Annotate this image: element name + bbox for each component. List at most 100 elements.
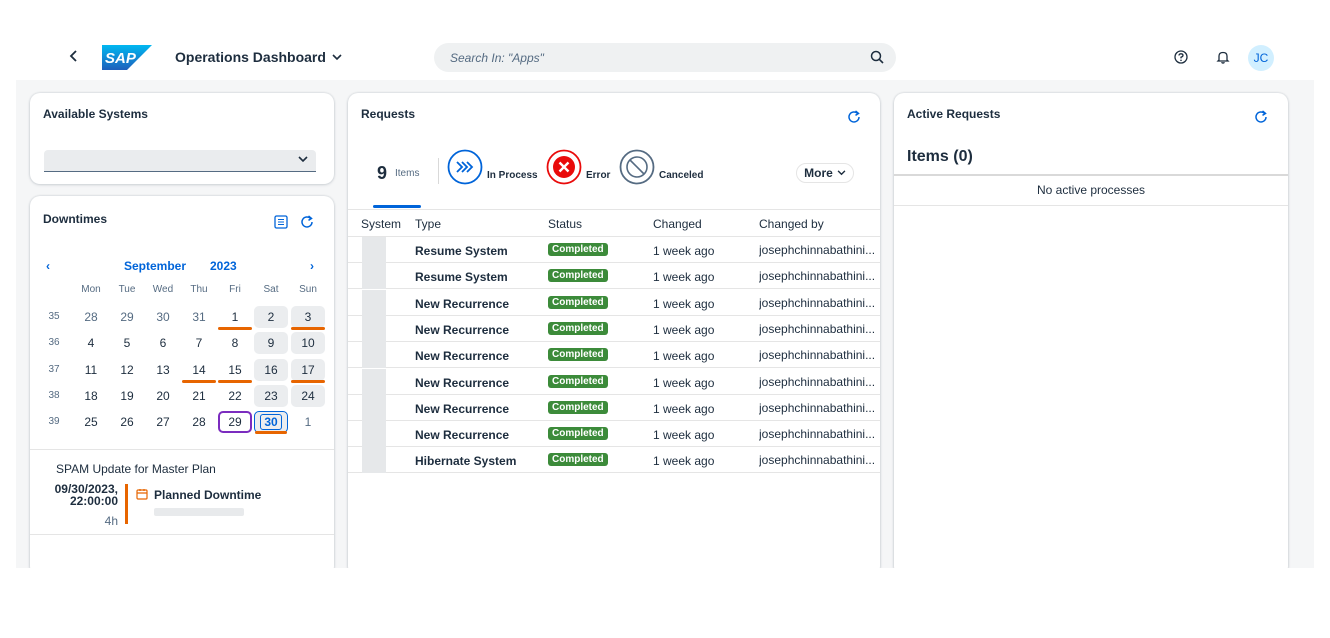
changed-by-cell: josephchinnabathini...	[759, 453, 876, 468]
downtimes-title: Downtimes	[43, 212, 108, 226]
refresh-icon[interactable]	[846, 109, 862, 125]
back-button[interactable]	[66, 48, 82, 64]
type-cell: New Recurrence	[415, 401, 510, 416]
refresh-icon[interactable]	[1253, 109, 1269, 125]
table-row[interactable]: New Recurrence Completed 1 week ago josephc…	[348, 289, 880, 316]
type-cell: Resume System	[415, 244, 508, 258]
search-input[interactable]: Search In: "Apps"	[434, 43, 896, 72]
calendar-day[interactable]: 1	[291, 411, 325, 433]
type-cell: New Recurrence	[415, 322, 510, 337]
calendar-day[interactable]: 17	[291, 358, 325, 383]
calendar-day[interactable]: 12	[110, 359, 144, 381]
calendar-list-icon[interactable]	[273, 214, 289, 230]
calendar-day[interactable]: 9	[254, 332, 288, 355]
calendar-day[interactable]: 28	[74, 306, 108, 328]
year-button[interactable]: 2023	[210, 259, 237, 273]
calendar-day[interactable]: 16	[254, 358, 288, 381]
column-header[interactable]: Type	[415, 217, 441, 231]
column-header[interactable]: Changed by	[759, 217, 824, 231]
app-title-menu[interactable]: Operations Dashboard	[175, 49, 342, 65]
filter-canceled-label: Canceled	[659, 170, 704, 181]
calendar-day[interactable]: 23	[254, 384, 288, 407]
calendar-day[interactable]: 29	[218, 411, 252, 434]
status-badge: Completed	[548, 374, 608, 388]
filter-error-label: Error	[586, 170, 611, 181]
divider	[438, 158, 439, 184]
system-cell-redacted	[362, 394, 386, 421]
calendar-day[interactable]: 22	[218, 385, 252, 407]
calendar-day[interactable]: 30	[146, 306, 180, 328]
calendar-day[interactable]: 27	[146, 411, 180, 433]
refresh-icon[interactable]	[299, 214, 315, 230]
table-row[interactable]: New Recurrence Completed 1 week ago josephc…	[348, 368, 880, 395]
calendar-day[interactable]: 13	[146, 359, 180, 381]
calendar-day[interactable]: 18	[74, 385, 108, 407]
active-items-heading: Items (0)	[907, 148, 973, 165]
table-row[interactable]: New Recurrence Completed 1 week ago josephc…	[348, 421, 880, 448]
calendar-day[interactable]: 6	[146, 332, 180, 354]
search-placeholder: Search In: "Apps"	[450, 51, 544, 65]
changed-by-cell: josephchinnabathini...	[759, 295, 876, 310]
calendar-day[interactable]: 15	[218, 359, 252, 383]
column-header[interactable]: Changed	[653, 217, 702, 231]
calendar-day[interactable]: 10	[291, 332, 325, 355]
fast-forward-icon	[447, 149, 483, 185]
calendar-day[interactable]: 24	[291, 384, 325, 407]
calendar-day[interactable]: 7	[182, 332, 216, 354]
filter-canceled[interactable]: Canceled	[619, 149, 703, 185]
calendar-day[interactable]: 8	[218, 332, 252, 354]
status-badge: Completed	[548, 269, 608, 283]
column-header[interactable]: Status	[548, 217, 582, 231]
status-badge: Completed	[548, 427, 608, 441]
filter-error[interactable]: Error	[546, 149, 610, 185]
calendar-day[interactable]: 1	[218, 306, 252, 330]
event-duration: 4h	[104, 514, 118, 528]
calendar-day[interactable]: 19	[110, 385, 144, 407]
calendar-day[interactable]: 26	[110, 411, 144, 433]
calendar-day[interactable]: 5	[110, 332, 144, 354]
calendar-day[interactable]: 29	[110, 306, 144, 328]
table-row[interactable]: New Recurrence Completed 1 week ago josephc…	[348, 315, 880, 342]
event-bar	[125, 484, 128, 524]
column-header[interactable]: System	[361, 217, 401, 231]
system-select[interactable]	[44, 150, 316, 172]
avatar[interactable]: JC	[1248, 45, 1274, 71]
calendar-day[interactable]: 14	[182, 359, 216, 383]
table-row[interactable]: Hibernate System Completed 1 week ago josep…	[348, 447, 880, 474]
bell-icon	[1216, 51, 1230, 64]
calendar-day[interactable]: 20	[146, 385, 180, 407]
calendar-day[interactable]: 2	[254, 306, 288, 328]
prev-month-button[interactable]: ‹	[46, 259, 50, 273]
filter-in-process-label: In Process	[487, 170, 538, 181]
weekday-header: Mon	[81, 284, 101, 295]
calendar-day[interactable]: 31	[182, 306, 216, 328]
calendar-day[interactable]: 11	[74, 359, 108, 381]
calendar-day[interactable]: 3	[291, 306, 325, 330]
calendar-day[interactable]: 21	[182, 385, 216, 407]
weekday-header: Thu	[190, 284, 208, 295]
calendar-day[interactable]: 30	[254, 411, 288, 435]
more-button[interactable]: More	[796, 163, 854, 183]
table-row[interactable]: Resume System Completed 1 week ago josephch…	[348, 263, 880, 290]
notifications-button[interactable]	[1215, 49, 1231, 65]
calendar-day[interactable]: 28	[182, 411, 216, 433]
logo-text: SAP	[105, 50, 137, 67]
month-button[interactable]: September	[124, 259, 186, 273]
event-type: Planned Downtime	[154, 488, 262, 502]
table-row[interactable]: New Recurrence Completed 1 week ago josephc…	[348, 342, 880, 369]
selected-day-label: 30	[260, 414, 282, 431]
next-month-button[interactable]: ›	[310, 259, 314, 273]
week-number: 38	[48, 389, 60, 401]
table-row[interactable]: Resume System Completed 1 week ago josephch…	[348, 237, 880, 263]
calendar-day[interactable]: 25	[74, 411, 108, 433]
weekday-header: Sun	[299, 284, 317, 295]
calendar-day[interactable]: 4	[74, 332, 108, 354]
table-row[interactable]: New Recurrence Completed 1 week ago josephc…	[348, 394, 880, 421]
chevron-down-icon	[332, 53, 342, 60]
help-button[interactable]	[1173, 49, 1189, 65]
filter-in-process[interactable]: In Process	[447, 149, 538, 185]
changed-by-cell: josephchinnabathini...	[759, 400, 876, 415]
search-icon[interactable]	[870, 50, 884, 64]
changed-cell: 1 week ago	[653, 349, 715, 364]
items-count: 9	[377, 163, 388, 183]
